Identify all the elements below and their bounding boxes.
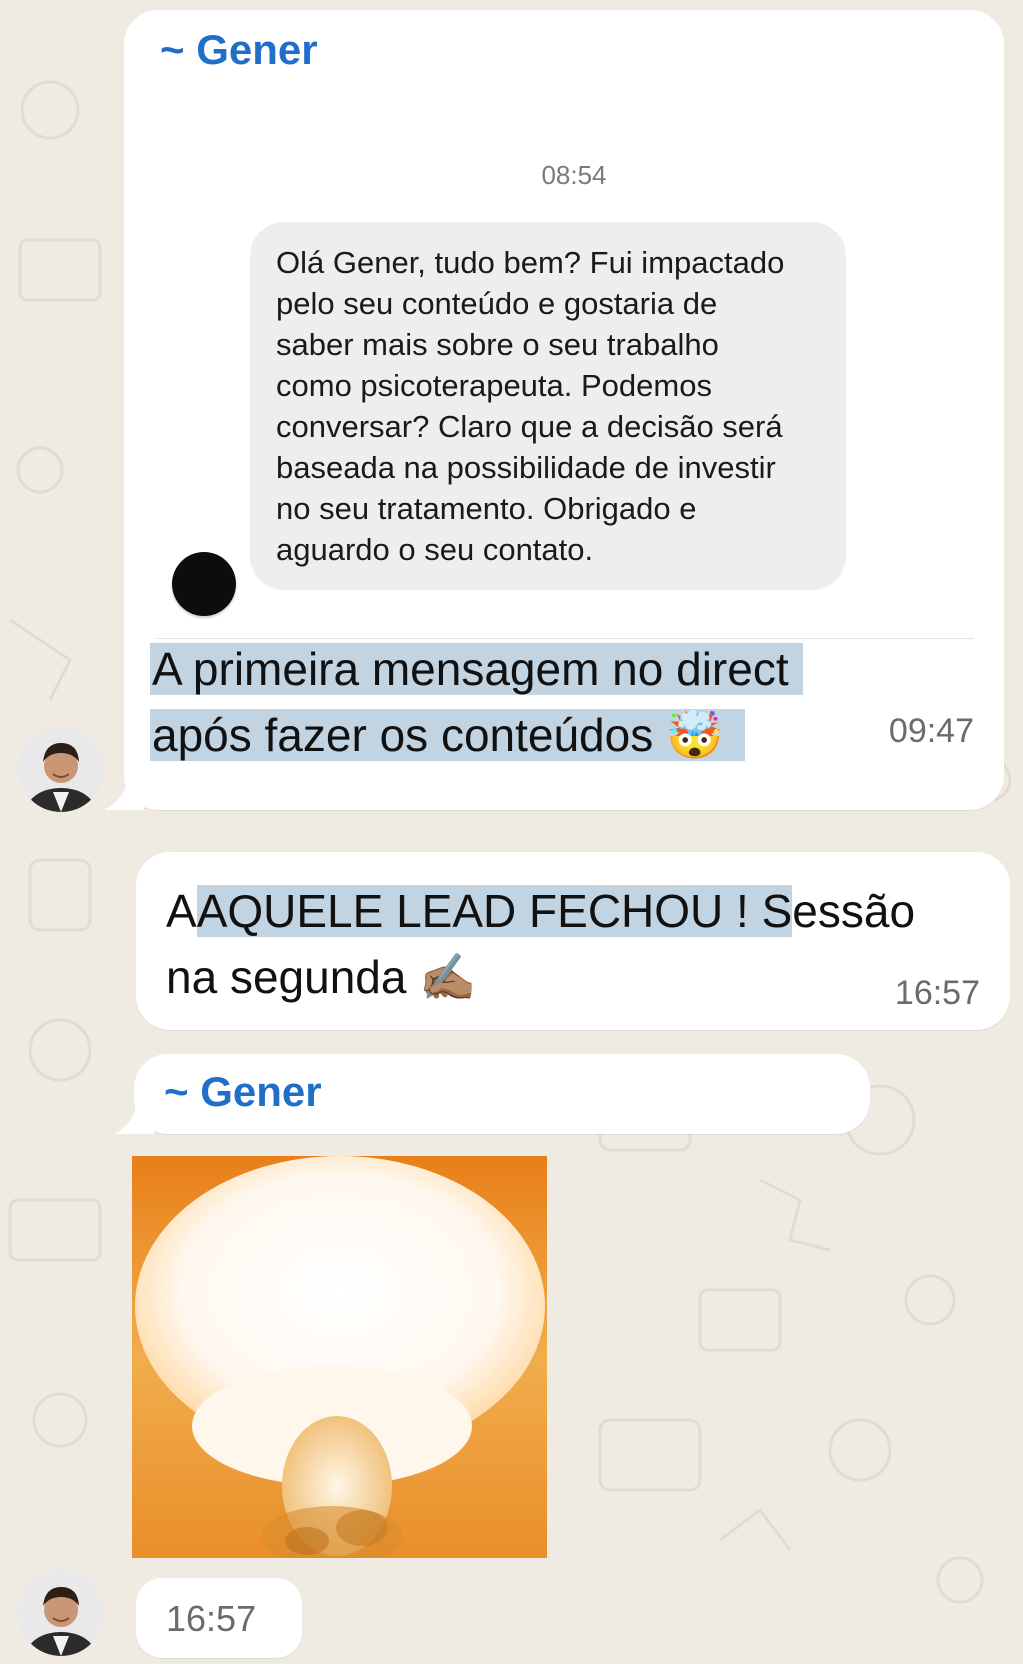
text-end: essão bbox=[792, 885, 916, 937]
text-line: na segunda bbox=[166, 951, 407, 1003]
media-time-bubble[interactable]: 16:57 bbox=[136, 1578, 302, 1658]
text-start: A bbox=[166, 885, 197, 937]
dm-quote-line: no seu tratamento. Obrigado e bbox=[276, 491, 697, 526]
dm-quote-line: Olá Gener, tudo bem? Fui impactado bbox=[276, 245, 785, 280]
exploding-head-emoji-icon: 🤯 bbox=[666, 709, 724, 761]
highlighted-text: após fazer os conteúdos 🤯 bbox=[150, 709, 746, 761]
dm-timestamp: 08:54 bbox=[541, 160, 607, 190]
sender-name[interactable]: ~ Gener bbox=[160, 26, 318, 74]
highlighted-text: AQUELE LEAD FECHOU ! S bbox=[196, 885, 793, 937]
dm-quote-line: saber mais sobre o seu trabalho bbox=[276, 327, 719, 362]
caption-text: após fazer os conteúdos bbox=[152, 709, 654, 761]
message-bubble-2[interactable]: AAQUELE LEAD FECHOU ! Sessão na segunda … bbox=[136, 852, 1010, 1030]
dm-quote-text: Olá Gener, tudo bem? Fui impactado pelo … bbox=[276, 242, 784, 570]
dm-quote-line: pelo seu conteúdo e gostaria de bbox=[276, 286, 718, 321]
message-time: 16:57 bbox=[166, 1598, 257, 1639]
dm-quote-bubble: Olá Gener, tudo bem? Fui impactado pelo … bbox=[250, 222, 846, 590]
message-time: 09:47 bbox=[888, 712, 974, 750]
sender-name[interactable]: ~ Gener bbox=[164, 1068, 322, 1116]
highlighted-part: AQUELE LEAD FECHOU ! S bbox=[196, 885, 793, 937]
avatar[interactable] bbox=[18, 1570, 104, 1656]
writing-hand-emoji-icon: ✍🏽 bbox=[419, 951, 477, 1003]
dm-sender-avatar bbox=[172, 552, 236, 616]
highlighted-text: A primeira mensagem no direct bbox=[150, 643, 803, 695]
message-text[interactable]: A primeira mensagem no direct após fazer… bbox=[150, 636, 803, 768]
message-bubble-3-header[interactable]: ~ Gener bbox=[134, 1054, 870, 1134]
message-time: 16:57 bbox=[894, 974, 980, 1012]
bubble-tail bbox=[104, 778, 144, 810]
bubble-tail bbox=[114, 1100, 154, 1134]
dm-quote-line: conversar? Claro que a decisão será bbox=[276, 409, 783, 444]
dm-screenshot[interactable]: 08:54 Olá Gener, tudo bem? Fui impactado… bbox=[164, 120, 984, 640]
message-text[interactable]: AAQUELE LEAD FECHOU ! Sessão na segunda … bbox=[166, 878, 915, 1010]
dm-quote-line: aguardo o seu contato. bbox=[276, 532, 594, 567]
dm-quote-line: baseada na possibilidade de investir bbox=[276, 450, 776, 485]
avatar[interactable] bbox=[18, 726, 104, 812]
dm-quote-line: como psicoterapeuta. Podemos bbox=[276, 368, 712, 403]
explosion-gif-image[interactable] bbox=[132, 1156, 547, 1558]
message-bubble-1[interactable]: ~ Gener 08:54 Olá Gener, tudo bem? Fui i… bbox=[124, 10, 1004, 810]
